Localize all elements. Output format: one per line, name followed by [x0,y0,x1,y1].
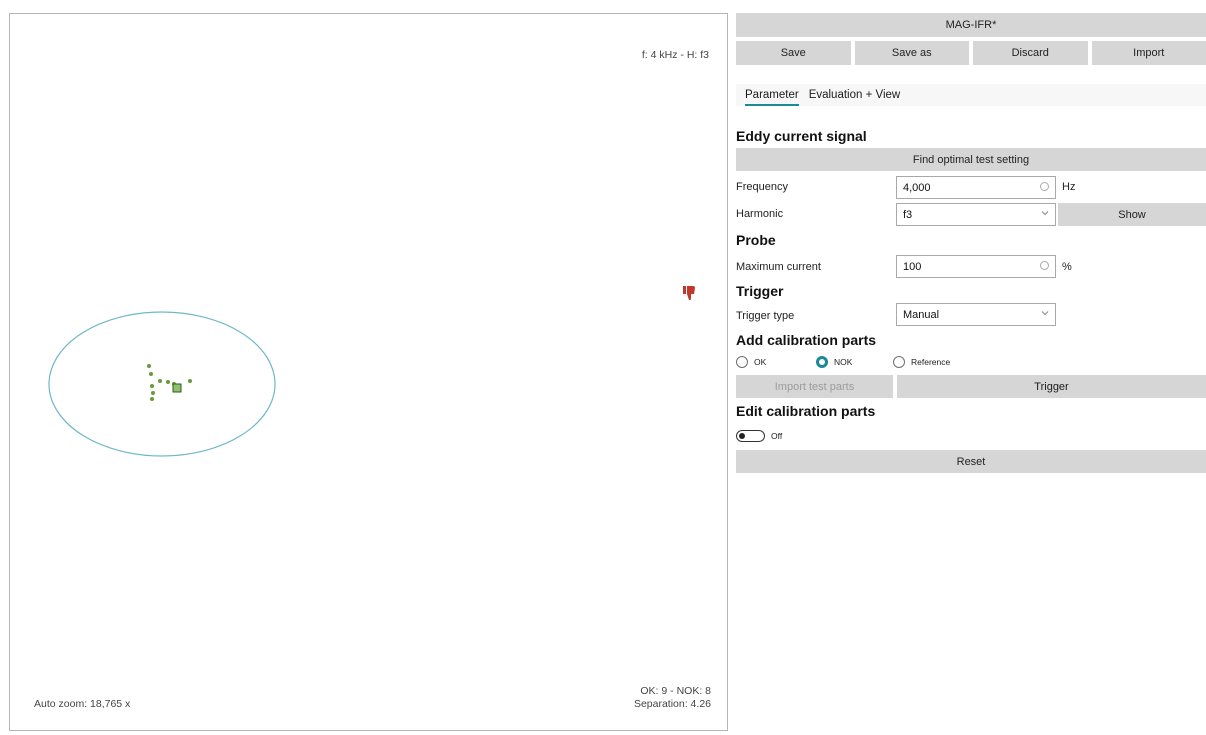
eddy-current-heading: Eddy current signal [736,128,867,144]
file-toolbar: Save Save as Discard Import [736,41,1206,65]
calibration-point [188,379,192,383]
calibration-point [158,379,162,383]
toggle-knob [739,433,745,439]
stats-label: OK: 9 - NOK: 8 Separation: 4.26 [634,685,711,711]
calibration-point [149,372,153,376]
trigger-type-label: Trigger type [736,310,795,322]
radio-circle[interactable] [893,356,905,368]
frequency-harmonic-label: f: 4 kHz - H: f3 [641,49,709,61]
radio-ok[interactable]: OK [736,356,766,368]
panel-tabs: Parameter Evaluation + View [736,84,1206,106]
discard-button[interactable]: Discard [973,41,1088,65]
settings-panel: MAG-IFR* Save Save as Discard Import Par… [736,0,1206,735]
edit-calibration-toggle[interactable] [736,430,765,442]
impedance-plane [48,311,276,457]
frequency-value: 4,000 [903,181,931,194]
save-button[interactable]: Save [736,41,851,65]
signal-plot[interactable]: f: 4 kHz - H: f3 Auto zoom: 18,765 x OK:… [9,13,728,731]
find-optimal-button[interactable]: Find optimal test setting [736,148,1206,171]
harmonic-value: f3 [903,208,913,221]
reset-button[interactable]: Reset [736,450,1206,473]
trigger-type-value: Manual [903,308,940,321]
import-button[interactable]: Import [1091,41,1206,65]
max-current-unit: % [1062,261,1072,273]
calibration-point [166,380,170,384]
separation-value: Separation: 4.26 [633,698,711,710]
radio-circle[interactable] [736,356,748,368]
radio-reference-label: Reference [911,357,951,367]
chevron-down-icon [1041,211,1049,216]
frequency-label: Frequency [736,181,788,193]
radio-circle-selected[interactable] [816,356,828,368]
max-current-input[interactable]: 100 [896,255,1056,278]
spinner-icon[interactable] [1040,261,1049,270]
trigger-button[interactable]: Trigger [897,375,1206,398]
spinner-icon[interactable] [1040,182,1049,191]
auto-zoom-label: Auto zoom: 18,765 x [34,698,131,710]
calibration-point [151,391,155,395]
chevron-down-icon [1041,311,1049,316]
harmonic-label: Harmonic [736,208,784,220]
frequency-unit: Hz [1062,181,1076,193]
max-current-label: Maximum current [736,261,821,273]
frequency-input[interactable]: 4,000 [896,176,1056,199]
probe-heading: Probe [736,232,776,248]
trigger-heading: Trigger [736,283,784,299]
radio-reference[interactable]: Reference [893,356,950,368]
thumbs-down-icon [683,286,695,300]
import-test-parts-button[interactable]: Import test parts [736,375,893,398]
add-calibration-heading: Add calibration parts [736,332,877,348]
tolerance-ellipse [48,311,276,457]
mean-marker [172,383,182,393]
calibration-point [150,397,154,401]
radio-nok-label: NOK [834,357,853,367]
calibration-point [147,364,151,368]
title-tab-notch [1036,3,1110,11]
edit-calibration-heading: Edit calibration parts [736,403,876,419]
save-as-button[interactable]: Save as [854,41,969,65]
tab-evaluation-view[interactable]: Evaluation + View [809,87,901,103]
tab-parameter[interactable]: Parameter [745,87,799,106]
show-button[interactable]: Show [1058,203,1206,226]
toggle-state-label: Off [771,431,783,441]
radio-nok[interactable]: NOK [816,356,852,368]
trigger-type-select[interactable]: Manual [896,303,1056,326]
program-title: MAG-IFR* [736,13,1206,37]
calibration-point [150,384,154,388]
max-current-value: 100 [903,260,922,273]
radio-ok-label: OK [754,357,767,367]
harmonic-select[interactable]: f3 [896,203,1056,226]
ok-nok-count: OK: 9 - NOK: 8 [640,685,711,697]
